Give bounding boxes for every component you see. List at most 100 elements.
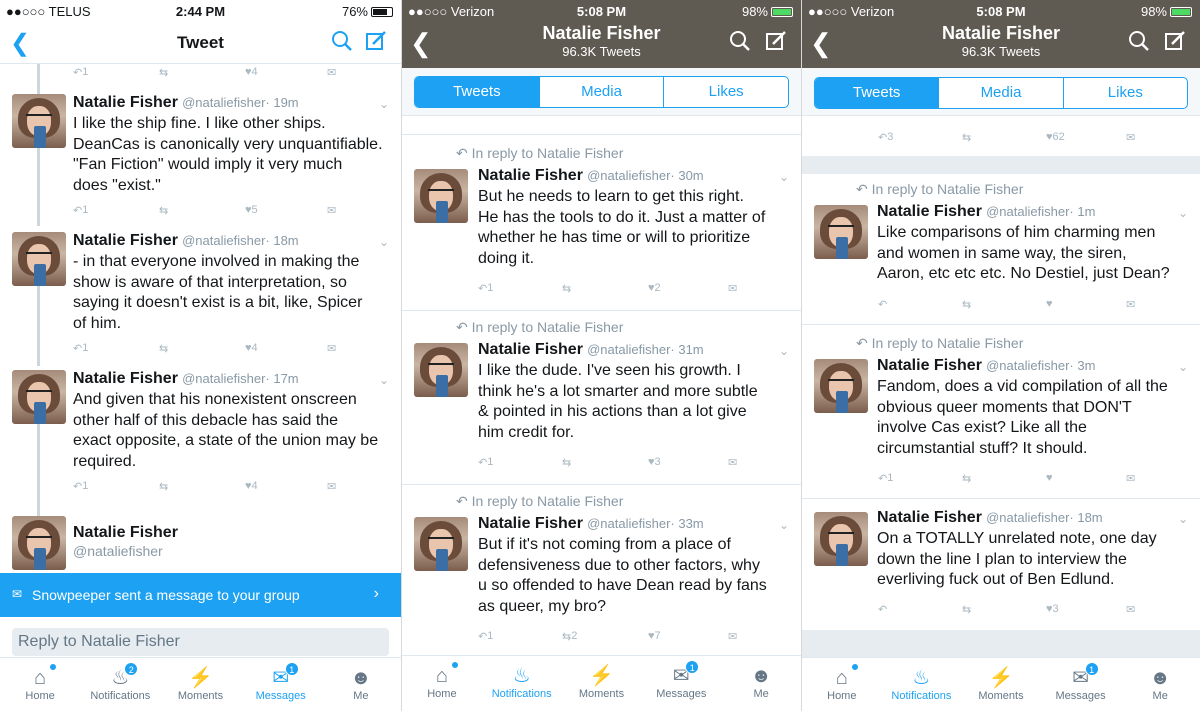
- avatar[interactable]: [12, 232, 66, 286]
- envelope-icon[interactable]: ✉: [327, 66, 336, 79]
- chevron-down-icon[interactable]: ⌄: [779, 518, 789, 532]
- envelope-icon[interactable]: ✉: [1126, 131, 1135, 144]
- tab-tweets[interactable]: Tweets: [415, 77, 540, 107]
- reply-icon[interactable]: ↶ 1: [878, 472, 893, 485]
- retweet-icon[interactable]: ⇆: [962, 298, 971, 311]
- message-notification-banner[interactable]: ✉ Snowpeeper sent a message to your grou…: [0, 573, 401, 617]
- tab-messages[interactable]: ✉ 1 Messages: [241, 658, 321, 711]
- avatar[interactable]: [12, 516, 66, 570]
- envelope-icon[interactable]: ✉: [728, 630, 737, 643]
- battery-percent: 98%: [1140, 4, 1167, 19]
- avatar[interactable]: [414, 169, 468, 223]
- chevron-down-icon[interactable]: ⌄: [1178, 206, 1188, 220]
- tab-home[interactable]: ⌂ Home: [802, 658, 882, 711]
- reply-icon[interactable]: ↶: [878, 603, 887, 616]
- tab-me[interactable]: ☻ Me: [1120, 658, 1200, 711]
- chevron-down-icon[interactable]: ⌄: [379, 235, 389, 249]
- retweet-icon[interactable]: ⇆: [562, 456, 571, 469]
- tab-moments[interactable]: ⚡ Moments: [961, 658, 1041, 711]
- tab-messages[interactable]: ✉ 1 Messages: [1041, 658, 1121, 711]
- chevron-down-icon[interactable]: ⌄: [779, 170, 789, 184]
- tab-messages[interactable]: ✉ 1 Messages: [641, 656, 721, 711]
- avatar[interactable]: [814, 512, 868, 566]
- retweet-icon[interactable]: ⇆: [159, 480, 168, 493]
- heart-icon[interactable]: ♥ 4: [245, 342, 258, 354]
- chevron-down-icon[interactable]: ⌄: [779, 344, 789, 358]
- retweet-icon[interactable]: ⇆: [562, 282, 571, 295]
- avatar[interactable]: [414, 517, 468, 571]
- search-icon[interactable]: [1128, 30, 1150, 57]
- heart-icon[interactable]: ♥ 7: [648, 630, 661, 642]
- search-icon[interactable]: [331, 30, 353, 57]
- chevron-down-icon[interactable]: ⌄: [1178, 512, 1188, 526]
- avatar[interactable]: [12, 370, 66, 424]
- reply-icon[interactable]: ↶ 1: [73, 342, 88, 355]
- avatar[interactable]: [414, 343, 468, 397]
- envelope-icon[interactable]: ✉: [728, 456, 737, 469]
- envelope-icon[interactable]: ✉: [1126, 603, 1135, 616]
- tweet-actions: ↶ 1 ⇆ ♥ 4 ✉: [73, 342, 391, 358]
- retweet-icon[interactable]: ⇆ 2: [562, 630, 577, 643]
- reply-icon[interactable]: ↶ 1: [73, 66, 88, 79]
- compose-icon[interactable]: [765, 30, 787, 57]
- envelope-icon[interactable]: ✉: [728, 282, 737, 295]
- reply-input[interactable]: Reply to Natalie Fisher: [12, 628, 389, 656]
- heart-icon[interactable]: ♥ 2: [648, 282, 661, 294]
- in-reply-to: ↶ In reply to Natalie Fisher: [456, 145, 624, 161]
- reply-icon[interactable]: ↶ 1: [73, 480, 88, 493]
- search-icon[interactable]: [729, 30, 751, 57]
- tab-media[interactable]: Media: [939, 78, 1064, 108]
- heart-icon[interactable]: ♥ 3: [648, 456, 661, 468]
- tab-moments[interactable]: ⚡ Moments: [160, 658, 240, 711]
- tab-home[interactable]: ⌂ Home: [402, 656, 482, 711]
- chevron-down-icon[interactable]: ⌄: [1178, 360, 1188, 374]
- tab-me[interactable]: ☻ Me: [721, 656, 801, 711]
- author-name: Natalie Fisher: [73, 524, 178, 541]
- heart-icon[interactable]: ♥: [1046, 472, 1053, 484]
- envelope-icon[interactable]: ✉: [1126, 472, 1135, 485]
- reply-icon[interactable]: ↶ 3: [878, 131, 893, 144]
- envelope-icon[interactable]: ✉: [327, 480, 336, 493]
- chevron-down-icon[interactable]: ⌄: [379, 97, 389, 111]
- retweet-icon[interactable]: ⇆: [962, 131, 971, 144]
- retweet-icon[interactable]: ⇆: [159, 342, 168, 355]
- tab-moments[interactable]: ⚡ Moments: [562, 656, 642, 711]
- retweet-icon[interactable]: ⇆: [962, 603, 971, 616]
- envelope-icon[interactable]: ✉: [1126, 298, 1135, 311]
- chevron-down-icon[interactable]: ⌄: [379, 373, 389, 387]
- tab-notifications[interactable]: ♨ Notifications: [482, 656, 562, 711]
- reply-icon[interactable]: ↶ 1: [73, 204, 88, 217]
- retweet-icon[interactable]: ⇆: [159, 66, 168, 79]
- reply-icon[interactable]: ↶ 1: [478, 282, 493, 295]
- tab-media[interactable]: Media: [540, 77, 665, 107]
- heart-icon[interactable]: ♥ 4: [245, 66, 258, 78]
- envelope-icon[interactable]: ✉: [327, 204, 336, 217]
- envelope-icon: ✉: [12, 587, 23, 601]
- tab-notifications[interactable]: ♨ 2 Notifications: [80, 658, 160, 711]
- retweet-icon[interactable]: ⇆: [962, 472, 971, 485]
- avatar[interactable]: [814, 359, 868, 413]
- tab-home[interactable]: ⌂ Home: [0, 658, 80, 711]
- avatar[interactable]: [12, 94, 66, 148]
- reply-icon[interactable]: ↶ 1: [478, 630, 493, 643]
- heart-icon[interactable]: ♥: [1046, 298, 1053, 310]
- battery-percent: 98%: [741, 4, 768, 19]
- tab-tweets[interactable]: Tweets: [815, 78, 940, 108]
- tab-likes[interactable]: Likes: [664, 77, 788, 107]
- envelope-icon[interactable]: ✉: [327, 342, 336, 355]
- author-handle: @nataliefisher: [182, 371, 266, 386]
- heart-icon[interactable]: ♥ 4: [245, 480, 258, 492]
- reply-icon[interactable]: ↶ 1: [478, 456, 493, 469]
- heart-icon[interactable]: ♥ 3: [1046, 603, 1059, 615]
- heart-icon[interactable]: ♥ 5: [245, 204, 258, 216]
- tab-likes[interactable]: Likes: [1064, 78, 1187, 108]
- retweet-icon[interactable]: ⇆: [159, 204, 168, 217]
- tab-notifications[interactable]: ♨ Notifications: [882, 658, 962, 711]
- compose-icon[interactable]: [365, 30, 387, 57]
- heart-icon[interactable]: ♥ 62: [1046, 131, 1065, 143]
- reply-icon[interactable]: ↶: [878, 298, 887, 311]
- tweet-header: Natalie Fisher @nataliefisher· 1m: [877, 203, 1095, 221]
- compose-icon[interactable]: [1164, 30, 1186, 57]
- tab-me[interactable]: ☻ Me: [321, 658, 401, 711]
- avatar[interactable]: [814, 205, 868, 259]
